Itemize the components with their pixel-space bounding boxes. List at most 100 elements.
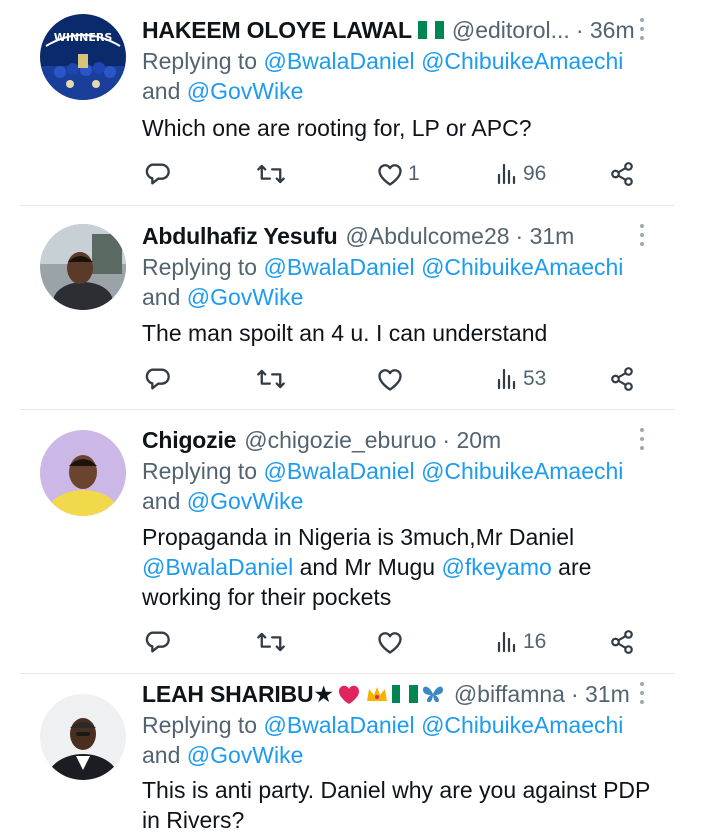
retweet-button[interactable] [256,157,286,191]
and-label: and [142,488,187,514]
nigeria-flag-icon [391,685,418,703]
avatar[interactable] [40,224,126,310]
mention-link[interactable]: @GovWike [187,284,304,310]
avatar[interactable] [40,694,126,780]
reply-feed: WINNERS HAKEEM OLOYE LAWAL @editorol... … [0,0,703,838]
replying-to-label: Replying to [142,458,264,484]
author-name[interactable]: Chigozie [142,423,236,457]
more-vertical-icon[interactable] [636,426,648,454]
retweet-icon [257,164,285,184]
replying-to: Replying to @BwalaDaniel @ChibuikeAmaech… [142,456,663,516]
timestamp[interactable]: · 36m [576,13,635,47]
share-icon [611,630,633,654]
timestamp[interactable]: · 20m [442,423,501,457]
retweet-button[interactable] [256,362,286,396]
nigeria-flag-icon [417,21,444,39]
mention-link[interactable]: @ChibuikeAmaechi [421,48,623,74]
tweet-text-part: and Mr Mugu [293,554,442,580]
and-label: and [142,78,187,104]
views-button[interactable]: 16 [495,625,546,659]
views-icon [497,631,516,653]
share-icon [611,367,633,391]
replying-to: Replying to @BwalaDaniel @ChibuikeAmaech… [142,46,663,106]
avatar[interactable] [40,430,126,516]
action-bar: 53 [140,362,640,396]
share-button[interactable] [609,362,635,396]
replying-to: Replying to @BwalaDaniel @ChibuikeAmaech… [142,252,663,312]
like-button[interactable] [376,362,404,396]
tweet-text-part: Propaganda in Nigeria is 3much,Mr Daniel [142,524,575,550]
mention-link[interactable]: @BwalaDaniel [142,554,293,580]
svg-text:WINNERS: WINNERS [54,31,113,44]
mention-link[interactable]: @BwalaDaniel [263,48,414,74]
tweet-text-part: working for their pockets [142,584,392,610]
reply-button[interactable] [143,625,171,659]
share-button[interactable] [609,157,635,191]
tweet-text: Propaganda in Nigeria is 3much,Mr Daniel… [142,522,653,612]
author-handle[interactable]: @chigozie_eburuo [244,423,436,457]
retweet-icon [257,632,285,652]
avatar[interactable]: WINNERS [40,14,126,100]
heart-icon [378,369,402,391]
retweet-icon [257,369,285,389]
more-vertical-icon[interactable] [636,16,648,44]
view-count: 96 [523,162,547,185]
timestamp[interactable]: · 31m [516,219,575,253]
tweet[interactable]: WINNERS HAKEEM OLOYE LAWAL @editorol... … [0,0,703,205]
replying-to-label: Replying to [142,48,264,74]
like-button[interactable] [376,625,404,659]
tweet-header: HAKEEM OLOYE LAWAL @editorol... · 36m [142,13,643,47]
author-handle[interactable]: @Abdulcome28 [346,219,510,253]
replying-to: Replying to @BwalaDaniel @ChibuikeAmaech… [142,710,663,770]
more-vertical-icon[interactable] [636,222,648,250]
retweet-button[interactable] [256,625,286,659]
tweet[interactable]: Chigozie @chigozie_eburuo · 20m Replying… [0,410,703,673]
reply-icon [145,368,170,390]
share-button[interactable] [609,625,635,659]
tweet-text: This is anti party. Daniel why are you a… [142,775,653,835]
mention-link[interactable]: @ChibuikeAmaechi [421,458,623,484]
action-bar: 16 [140,625,640,659]
mention-link[interactable]: @GovWike [187,488,304,514]
replying-to-label: Replying to [142,712,264,738]
mention-link[interactable]: @GovWike [187,78,304,104]
views-icon [497,163,516,185]
and-label: and [142,742,187,768]
reply-icon [145,163,170,185]
tweet-text-part: This is anti party. Daniel why are you a… [142,777,651,803]
author-handle[interactable]: @editorol... [452,13,570,47]
mention-link[interactable]: @ChibuikeAmaechi [421,712,623,738]
author-name[interactable]: LEAH SHARIBU★ [142,677,334,711]
views-button[interactable]: 96 [495,157,546,191]
author-handle[interactable]: @biffamna [454,677,565,711]
tweet[interactable]: LEAH SHARIBU★ @biffamna · 31m Replying t… [0,674,703,838]
mention-link[interactable]: @fkeyamo [442,554,552,580]
timestamp[interactable]: · 31m [571,677,630,711]
reply-icon [145,631,170,653]
heart-icon [378,164,402,186]
more-vertical-icon[interactable] [636,680,648,708]
crown-emoji-icon [366,687,387,701]
share-icon [611,162,633,186]
tweet-text-part: are [551,554,592,580]
views-button[interactable]: 53 [495,362,546,396]
mention-link[interactable]: @BwalaDaniel [263,254,414,280]
action-bar: 1 96 [140,157,640,191]
heart-emoji-icon [338,685,359,704]
author-name[interactable]: Abdulhafiz Yesufu [142,219,338,253]
like-count: 1 [408,162,420,185]
mention-link[interactable]: @ChibuikeAmaechi [421,254,623,280]
mention-link[interactable]: @GovWike [187,742,304,768]
heart-icon [378,632,402,654]
reply-button[interactable] [143,157,171,191]
reply-button[interactable] [143,362,171,396]
author-name[interactable]: HAKEEM OLOYE LAWAL [142,13,412,47]
tweet-header: Abdulhafiz Yesufu @Abdulcome28 · 31m [142,219,643,253]
like-button[interactable]: 1 [376,157,420,191]
mention-link[interactable]: @BwalaDaniel [263,458,414,484]
replying-to-label: Replying to [142,254,264,280]
tweet-header: LEAH SHARIBU★ @biffamna · 31m [142,677,643,711]
tweet[interactable]: Abdulhafiz Yesufu @Abdulcome28 · 31m Rep… [0,206,703,409]
mention-link[interactable]: @BwalaDaniel [263,712,414,738]
tweet-text: The man spoilt an 4 u. I can understand [142,320,548,346]
